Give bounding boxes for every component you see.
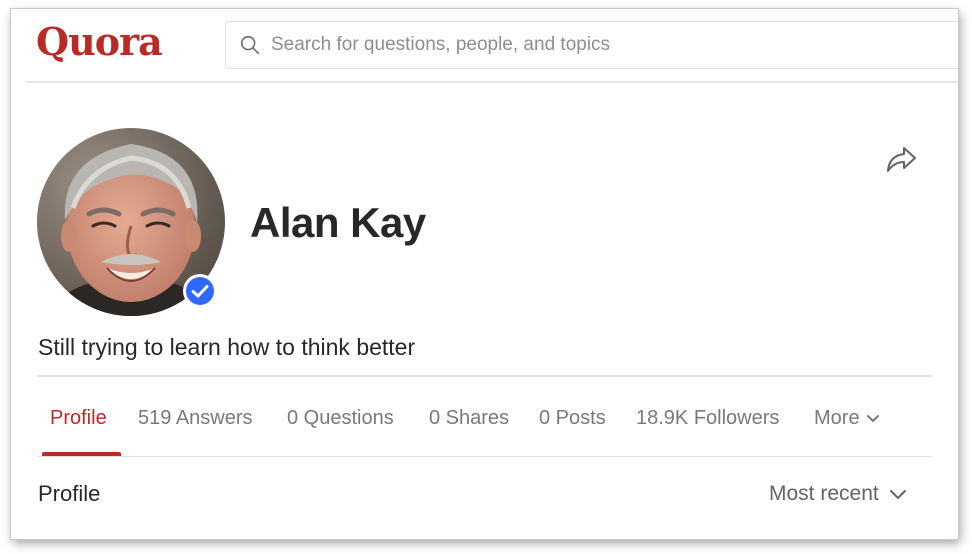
- header-divider: [25, 81, 958, 83]
- search-bar[interactable]: [225, 21, 958, 69]
- sort-label: Most recent: [769, 482, 879, 505]
- tab-posts[interactable]: 0 Posts: [539, 407, 606, 430]
- profile-tabs: Profile 519 Answers 0 Questions 0 Shares…: [38, 399, 932, 459]
- share-arrow-icon[interactable]: [884, 142, 918, 176]
- tab-more-label: More: [814, 407, 860, 429]
- divider: [38, 456, 932, 457]
- verified-badge-icon: [183, 274, 217, 308]
- search-input[interactable]: [269, 33, 913, 57]
- sort-dropdown[interactable]: Most recent: [769, 482, 907, 506]
- tab-answers[interactable]: 519 Answers: [138, 407, 253, 430]
- section-title: Profile: [38, 481, 101, 506]
- quora-window: Quora Search for questions, people, and …: [11, 9, 958, 539]
- avatar-container[interactable]: [37, 128, 225, 316]
- tab-shares[interactable]: 0 Shares: [429, 407, 509, 430]
- search-icon: [240, 35, 260, 55]
- divider: [38, 375, 932, 377]
- quora-logo[interactable]: Quora: [36, 19, 163, 64]
- tab-profile[interactable]: Profile: [50, 407, 107, 430]
- tab-questions[interactable]: 0 Questions: [287, 407, 394, 430]
- chevron-down-icon: [889, 489, 906, 500]
- chevron-down-icon: [866, 414, 879, 423]
- tab-followers[interactable]: 18.9K Followers: [636, 407, 779, 430]
- profile-name: Alan Kay: [250, 199, 426, 246]
- profile-tagline: Still trying to learn how to think bette…: [38, 334, 416, 360]
- tab-more[interactable]: More: [814, 407, 880, 430]
